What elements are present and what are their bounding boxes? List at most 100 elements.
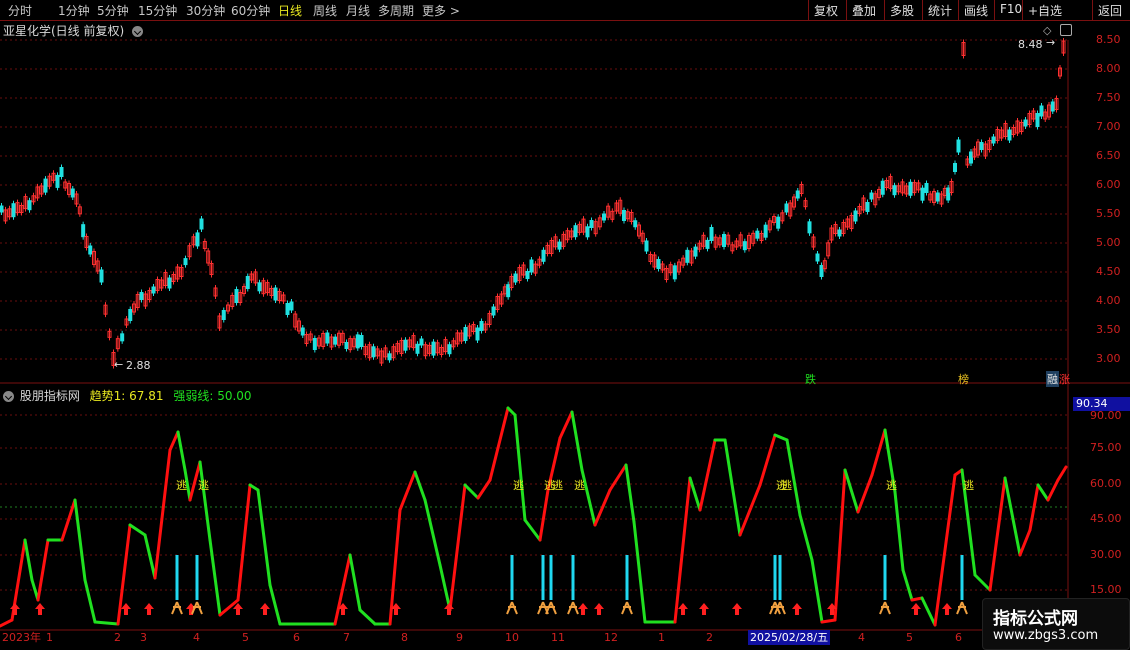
candle-body [415, 343, 420, 354]
candle-body [525, 271, 530, 279]
trend-segment [593, 488, 612, 527]
runner-icon [567, 601, 579, 615]
diamond-icon[interactable]: ◇ [1043, 24, 1051, 37]
up-arrow-icon [121, 603, 131, 615]
signal-bars [175, 555, 964, 600]
candle-body [853, 210, 858, 222]
trend-line [0, 406, 1068, 628]
trend-segment [36, 538, 50, 602]
candle-body [491, 306, 496, 316]
date-tick: 1 [658, 631, 665, 644]
chevron-down-icon[interactable] [3, 391, 14, 402]
indicator-tick: 15.00 [1090, 583, 1122, 596]
candle-body [120, 333, 125, 342]
escape-signal-label: 逃 [963, 479, 974, 492]
candle-body [371, 346, 376, 358]
trend-segment [476, 478, 492, 500]
candle-body [128, 309, 133, 321]
date-tick: 6 [955, 631, 962, 644]
trend-segment [723, 438, 742, 537]
runner-icon [956, 601, 968, 615]
candle-body [622, 210, 626, 221]
escape-signal-label: 逃 [574, 479, 585, 492]
trend-segment [738, 483, 762, 537]
candle-body [285, 303, 290, 315]
date-tick: 5 [242, 631, 249, 644]
candle-body [815, 253, 820, 262]
date-tick: 2023年 [2, 631, 41, 644]
trend-segment [60, 498, 77, 542]
candle-body [920, 187, 925, 201]
candle-body [865, 202, 870, 212]
candle-body [273, 287, 278, 301]
candle-body [300, 327, 305, 336]
candle-body [869, 192, 874, 200]
trend-value: 趋势1: 67.81 [89, 389, 164, 403]
trend-segment [143, 533, 157, 580]
trend-segment [256, 488, 272, 587]
trend-segment [198, 460, 212, 542]
candle-body [151, 286, 156, 294]
up-arrow-icon [260, 603, 270, 615]
date-tick: 4 [193, 631, 200, 644]
trend-segment [348, 553, 362, 612]
signal-bar [883, 555, 887, 600]
trend-segment [438, 563, 452, 612]
trend-segment [910, 596, 924, 602]
candle-body [585, 226, 590, 238]
up-arrow-icon [10, 603, 20, 615]
event-badge-up[interactable]: 涨 [1058, 371, 1071, 387]
event-badge-down[interactable]: 跌 [804, 371, 817, 387]
price-tick: 3.50 [1096, 323, 1121, 336]
price-tick: 5.00 [1096, 236, 1121, 249]
trend-segment [423, 498, 442, 567]
candle-body [81, 224, 86, 238]
trend-segment [856, 473, 874, 514]
trend-segment [268, 583, 282, 626]
candle-body [513, 273, 518, 283]
indicator-title: 股朋指标网 趋势1: 67.81 强弱线: 50.00 [3, 387, 252, 404]
trend-segment [0, 618, 14, 628]
candle-body [979, 142, 984, 150]
candle-body [0, 205, 4, 213]
trend-segment [820, 618, 837, 624]
indicator-tick: 30.00 [1090, 548, 1122, 561]
candle-body [245, 276, 250, 289]
grid-lines [0, 39, 1068, 591]
candle-body [1007, 129, 1012, 141]
price-tick: 3.00 [1096, 352, 1121, 365]
chart-canvas [0, 38, 1130, 631]
date-tick: 5 [906, 631, 913, 644]
candle-body [289, 301, 294, 311]
trend-segment [920, 596, 937, 627]
low-price-label: 2.88 [126, 359, 151, 372]
trend-segment [73, 498, 87, 582]
candle-body [325, 332, 330, 344]
trend-segment [523, 518, 542, 542]
indicator-tick: 45.00 [1090, 512, 1122, 525]
trend-segment [773, 433, 789, 442]
date-tick: 12 [604, 631, 618, 644]
signal-bar [541, 555, 545, 600]
candle-body [529, 259, 534, 273]
trend-segment [901, 568, 914, 602]
candle-body [892, 185, 897, 196]
price-tick: 4.00 [1096, 294, 1121, 307]
trend-segment [843, 468, 860, 514]
candle-body [183, 258, 188, 266]
trend-segment [698, 438, 717, 512]
candle-body [1023, 119, 1028, 127]
trend-segment [488, 406, 510, 482]
escape-signal-label: 逃 [781, 479, 792, 492]
window-toggle-icon[interactable] [1060, 24, 1072, 36]
trend-segment [398, 470, 417, 512]
candle-body [908, 181, 913, 196]
candle-body [795, 190, 800, 199]
event-badge-rank[interactable]: 榜 [957, 371, 970, 387]
indicator-tick: 90.00 [1090, 409, 1122, 422]
trend-segment [1003, 476, 1022, 557]
up-arrow-icon [699, 603, 709, 615]
candle-body [672, 265, 677, 280]
up-arrow-icon [35, 603, 45, 615]
date-tick: 10 [505, 631, 519, 644]
